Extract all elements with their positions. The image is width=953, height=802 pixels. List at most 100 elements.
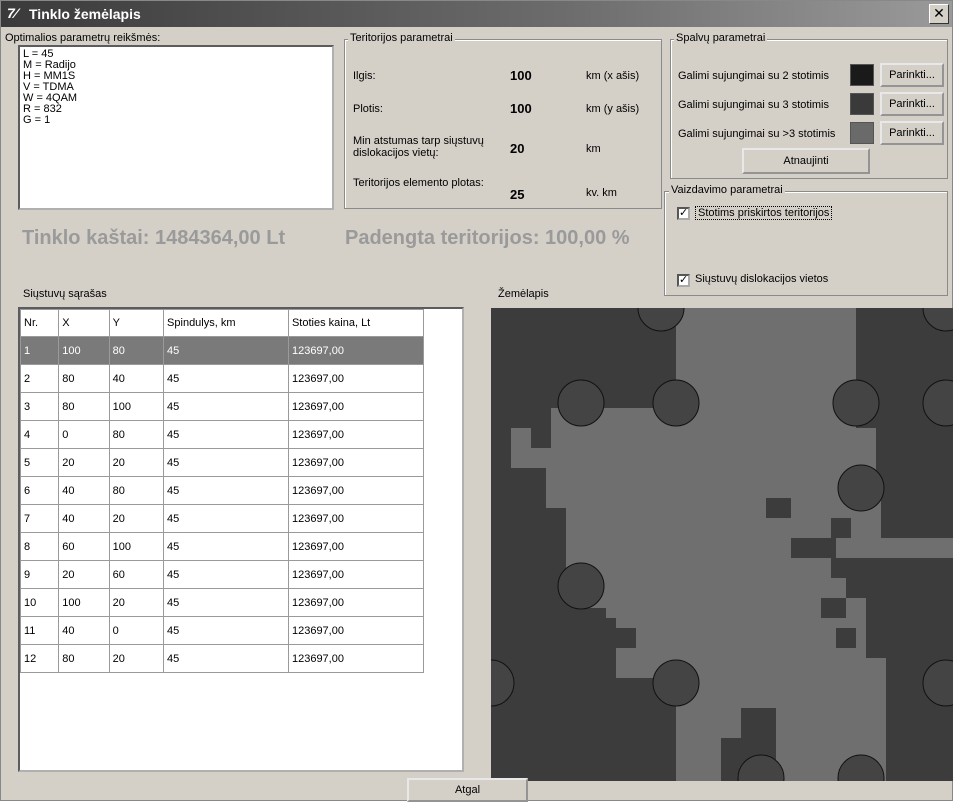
map-title: Žemėlapis [498, 288, 549, 300]
choose-color-more-button[interactable]: Parinkti... [880, 121, 944, 145]
table-row[interactable]: 5 20 20 45 123697,00 [20, 448, 425, 477]
table-row[interactable]: 11 40 0 45 123697,00 [20, 616, 425, 645]
min-distance-value: 20 [510, 141, 525, 156]
table-cell: 9 [20, 560, 60, 589]
map-step-dark [831, 558, 851, 578]
table-cell: 7 [20, 504, 60, 533]
map-step-dark [816, 538, 836, 558]
table-cell: 45 [163, 336, 289, 365]
map-region-dark [491, 468, 546, 508]
map-step-dark [616, 628, 636, 648]
column-header[interactable]: X [58, 309, 110, 337]
territories-checkbox[interactable]: ✓ [677, 207, 690, 220]
locations-checkbox[interactable]: ✓ [677, 274, 690, 287]
column-header[interactable]: Stoties kaina, Lt [287, 309, 425, 337]
table-cell: 80 [108, 336, 165, 365]
optimal-param-line: W = 4QAM [23, 92, 78, 104]
table-cell: 123697,00 [287, 364, 425, 393]
table-row[interactable]: 12 80 20 45 123697,00 [20, 644, 425, 673]
color-swatch-3 [850, 93, 874, 115]
table-row[interactable]: 8 60 100 45 123697,00 [20, 532, 425, 561]
map-step-dark [531, 428, 551, 448]
element-area-value: 25 [510, 187, 525, 202]
map-region-dark [846, 558, 953, 598]
choose-color-2-button[interactable]: Parinkti... [880, 63, 944, 87]
color-row-more-label: Galimi sujungimai su >3 stotimis [678, 128, 836, 140]
transmitter-table: Nr. X Y Spindulys, km Stoties kaina, Lt 1 100… [20, 309, 425, 673]
table-cell: 20 [108, 448, 165, 477]
transmitter-location-marker [557, 379, 605, 427]
title-bar: 7⁄ Tinklo žemėlapis ✕ [1, 1, 952, 27]
table-cell: 80 [58, 644, 110, 673]
column-header[interactable]: Y [108, 309, 165, 337]
territory-group-title: Teritorijos parametrai [348, 32, 455, 44]
table-cell: 4 [20, 420, 60, 449]
table-row[interactable]: 10 100 20 45 123697,00 [20, 588, 425, 617]
table-cell: 5 [20, 448, 60, 477]
color-row-3-label: Galimi sujungimai su 3 stotimis [678, 99, 829, 111]
table-cell: 20 [58, 560, 110, 589]
transmitter-list-title: Siųstuvų sąrašas [23, 288, 107, 300]
table-cell: 100 [58, 336, 110, 365]
table-cell: 2 [20, 364, 60, 393]
table-cell: 20 [108, 588, 165, 617]
map-step-dark [511, 408, 551, 428]
table-cell: 40 [58, 616, 110, 645]
table-cell: 100 [108, 392, 165, 421]
column-header[interactable]: Nr. [20, 309, 60, 337]
main-window: 7⁄ Tinklo žemėlapis ✕ Optimalios paramet… [0, 0, 953, 802]
territories-checkbox-label[interactable]: Stotims priskirtos teritorijos [695, 206, 833, 220]
map-step-dark [821, 598, 846, 618]
table-cell: 45 [163, 448, 289, 477]
coverage-map[interactable] [491, 308, 953, 781]
table-row[interactable]: 1 100 80 45 123697,00 [20, 336, 425, 365]
table-cell: 20 [58, 448, 110, 477]
table-cell: 11 [20, 616, 60, 645]
table-cell: 80 [108, 476, 165, 505]
table-cell: 0 [108, 616, 165, 645]
locations-checkbox-label[interactable]: Siųstuvų dislokacijos vietos [695, 273, 828, 285]
close-button[interactable]: ✕ [929, 4, 949, 24]
table-cell: 123697,00 [287, 644, 425, 673]
display-params-title: Vaizdavimo parametrai [669, 184, 785, 196]
table-row[interactable]: 2 80 40 45 123697,00 [20, 364, 425, 393]
table-cell: 100 [58, 588, 110, 617]
table-header: Nr. X Y Spindulys, km Stoties kaina, Lt [20, 309, 425, 337]
element-area-unit: kv. km [586, 187, 617, 199]
table-row[interactable]: 4 0 80 45 123697,00 [20, 420, 425, 449]
territory-length-value: 100 [510, 68, 532, 83]
table-cell: 45 [163, 616, 289, 645]
table-row[interactable]: 3 80 100 45 123697,00 [20, 392, 425, 421]
table-row[interactable]: 7 40 20 45 123697,00 [20, 504, 425, 533]
map-step-dark [836, 628, 856, 648]
refresh-button[interactable]: Atnaujinti [742, 148, 870, 174]
column-header[interactable]: Spindulys, km [163, 309, 289, 337]
table-cell: 45 [163, 560, 289, 589]
optimal-param-line: G = 1 [23, 114, 51, 126]
table-row[interactable]: 9 20 60 45 123697,00 [20, 560, 425, 589]
map-region-dark [491, 508, 566, 568]
map-step-dark [586, 608, 606, 628]
table-row[interactable]: 6 40 80 45 123697,00 [20, 476, 425, 505]
transmitter-location-marker [652, 659, 700, 707]
territory-width-label: Plotis: [353, 103, 383, 115]
transmitter-table-container[interactable]: Nr. X Y Spindulys, km Stoties kaina, Lt 1 100… [18, 307, 464, 772]
table-cell: 6 [20, 476, 60, 505]
territory-length-label: Ilgis: [353, 70, 376, 82]
optimal-params-title: Optimalios parametrų reikšmės: [5, 32, 161, 44]
table-cell: 8 [20, 532, 60, 561]
optimal-params-box[interactable]: L = 45 M = Radijo H = MM1S V = TDMA W = 4QAM… [18, 45, 334, 210]
choose-color-3-button[interactable]: Parinkti... [880, 92, 944, 116]
table-cell: 123697,00 [287, 392, 425, 421]
table-cell: 45 [163, 644, 289, 673]
table-cell: 123697,00 [287, 532, 425, 561]
map-step-dark [791, 538, 816, 558]
back-button[interactable]: Atgal [407, 778, 528, 802]
map-step-dark [766, 498, 791, 518]
min-distance-label: Min atstumas tarp siųstuvų dislokacijos … [353, 135, 484, 159]
color-row-2-label: Galimi sujungimai su 2 stotimis [678, 70, 829, 82]
table-cell: 100 [108, 532, 165, 561]
transmitter-location-marker [652, 379, 700, 427]
table-cell: 45 [163, 476, 289, 505]
table-cell: 12 [20, 644, 60, 673]
